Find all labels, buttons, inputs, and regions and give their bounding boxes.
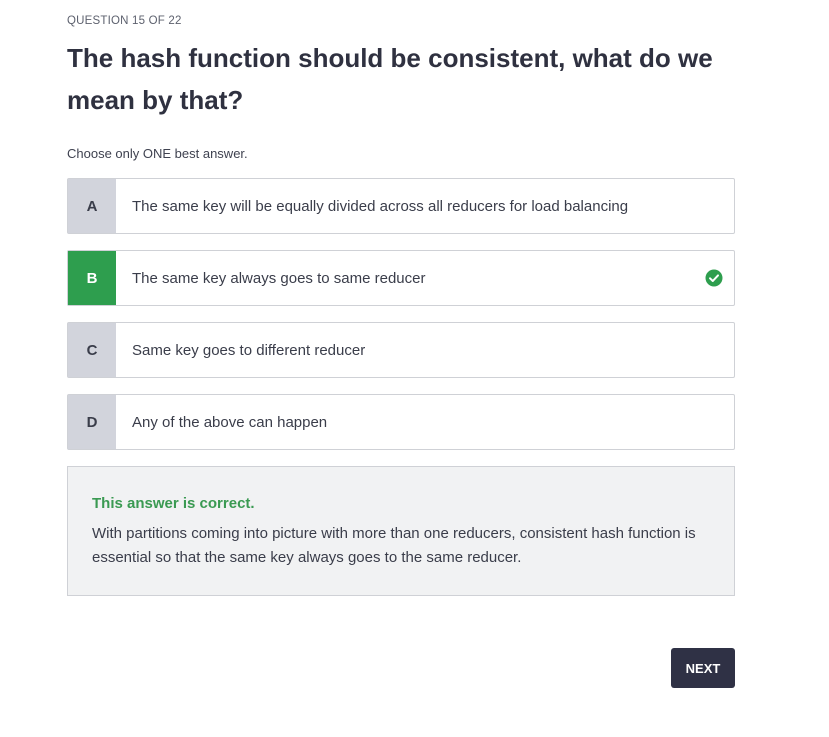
answer-options: A The same key will be equally divided a… xyxy=(67,178,735,450)
option-c[interactable]: C Same key goes to different reducer xyxy=(67,322,735,378)
option-text: Same key goes to different reducer xyxy=(132,341,366,359)
next-button[interactable]: NEXT xyxy=(671,648,735,688)
option-letter: B xyxy=(68,251,116,305)
question-title: The hash function should be consistent, … xyxy=(67,43,713,115)
check-circle-icon xyxy=(694,251,734,305)
answer-instruction: Choose only ONE best answer. xyxy=(67,146,248,161)
feedback-explanation: With partitions coming into picture with… xyxy=(92,525,696,566)
quiz-container: QUESTION 15 OF 22 The hash function shou… xyxy=(67,0,735,596)
option-letter: A xyxy=(68,179,116,233)
option-letter: C xyxy=(68,323,116,377)
feedback-panel: This answer is correct. With partitions … xyxy=(67,466,735,596)
option-text: The same key will be equally divided acr… xyxy=(132,197,629,215)
question-counter: QUESTION 15 OF 22 xyxy=(67,15,182,27)
option-text: The same key always goes to same reducer xyxy=(132,269,426,287)
option-a[interactable]: A The same key will be equally divided a… xyxy=(67,178,735,234)
option-d[interactable]: D Any of the above can happen xyxy=(67,394,735,450)
option-text: Any of the above can happen xyxy=(132,413,328,431)
option-b[interactable]: B The same key always goes to same reduc… xyxy=(67,250,735,306)
option-letter: D xyxy=(68,395,116,449)
feedback-title: This answer is correct. xyxy=(92,495,255,512)
